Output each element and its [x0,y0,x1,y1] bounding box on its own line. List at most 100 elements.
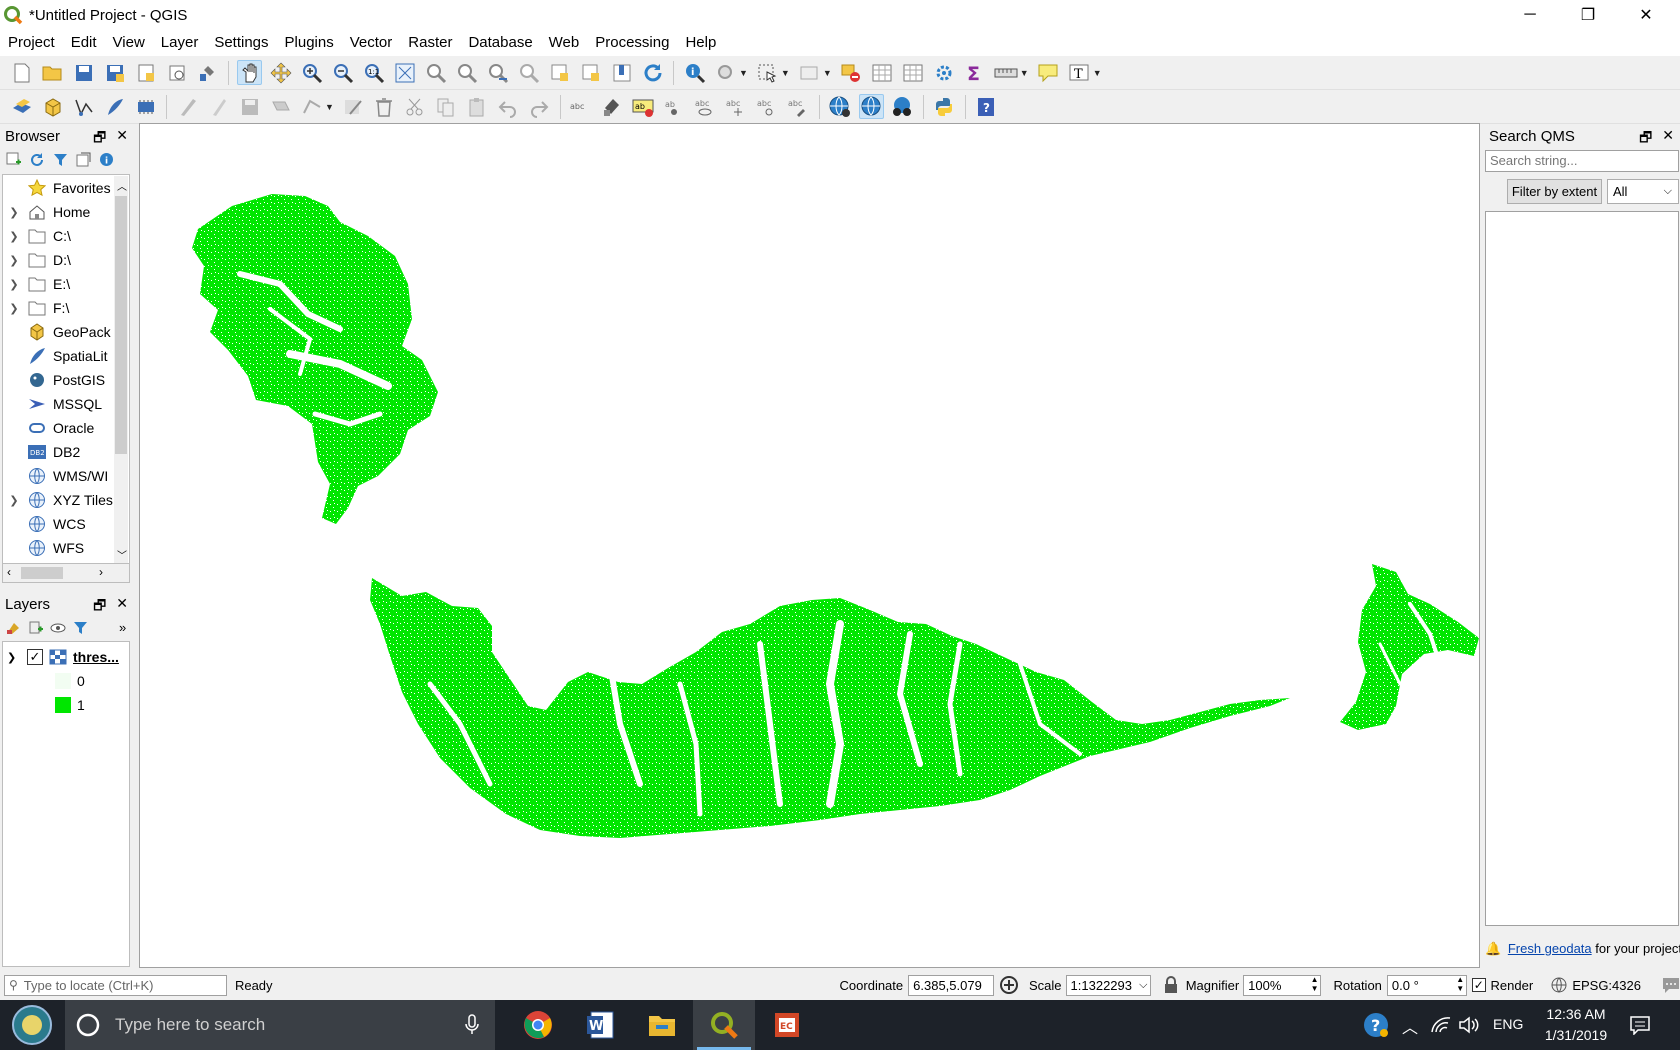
scroll-thumb[interactable] [115,196,127,454]
chevron-down-icon[interactable]: ▼ [1093,68,1102,78]
chevron-down-icon[interactable]: ❯ [7,651,21,664]
render-checkbox[interactable]: ✓ [1472,978,1486,992]
layer-row[interactable]: ❯ ✓ thres... [7,646,119,668]
label-toolbar-icon[interactable]: abc [569,94,594,119]
add-feature-icon[interactable] [268,94,293,119]
show-bookmarks-icon[interactable] [609,60,634,85]
layer-visibility-checkbox[interactable]: ✓ [27,649,43,665]
menu-help[interactable]: Help [677,30,724,56]
start-button[interactable] [8,1003,56,1047]
new-spatialite-layer-icon[interactable] [102,94,127,119]
tree-item-e-drive[interactable]: ❯ E:\ [3,272,115,296]
paste-features-icon[interactable] [465,94,490,119]
close-panel-icon[interactable]: ✕ [116,595,128,619]
lock-scale-icon[interactable] [1163,976,1178,994]
layer-labeling-icon[interactable] [600,94,625,119]
map-tips-icon[interactable] [1036,60,1061,85]
copy-features-icon[interactable] [434,94,459,119]
tree-item-wcs[interactable]: WCS [3,512,115,536]
tree-item-db2[interactable]: DB2 DB2 [3,440,115,464]
zoom-last-icon[interactable] [485,60,510,85]
toggle-editing-icon[interactable] [206,94,231,119]
new-geopackage-layer-icon[interactable] [40,94,65,119]
tree-item-wfs[interactable]: WFS [3,536,115,560]
spin-arrows-icon[interactable]: ▲ ▼ [1456,975,1464,993]
menu-plugins[interactable]: Plugins [277,30,342,56]
spin-arrows-icon[interactable]: ▲ ▼ [1311,975,1319,993]
move-label-icon[interactable]: abc [724,94,749,119]
tree-item-oracle[interactable]: Oracle [3,416,115,440]
filter-browser-icon[interactable] [53,152,68,167]
float-panel-icon[interactable]: 🗗 [93,127,106,151]
minimize-button[interactable]: ─ [1502,0,1558,30]
crs-label[interactable]: EPSG:4326 [1572,978,1641,993]
vertex-tool-icon[interactable] [299,94,324,119]
chevron-right-icon[interactable]: ❯ [7,302,21,315]
chevron-left-icon[interactable]: ‹ [7,565,11,579]
tree-item-postgis[interactable]: PostGIS [3,368,115,392]
more-tools-icon[interactable]: » [119,620,126,635]
menu-settings[interactable]: Settings [206,30,276,56]
zoom-full-icon[interactable] [392,60,417,85]
open-project-icon[interactable] [40,60,65,85]
modify-attributes-icon[interactable] [341,94,366,119]
taskbar-search-box[interactable]: Type here to search [65,1000,495,1050]
word-taskbar-icon[interactable]: W [569,1000,631,1050]
rotate-label-icon[interactable]: abc [755,94,780,119]
attribute-table-icon[interactable] [870,60,895,85]
style-panel-icon[interactable] [6,620,21,635]
browser-horizontal-scrollbar[interactable]: ‹ › [2,563,130,583]
close-panel-icon[interactable]: ✕ [1662,127,1674,151]
new-shapefile-layer-icon[interactable] [71,94,96,119]
tree-item-geopackage[interactable]: GeoPack [3,320,115,344]
fresh-geodata-link[interactable]: Fresh geodata [1508,941,1592,956]
change-label-icon[interactable]: abc [786,94,811,119]
chevron-down-icon[interactable]: ▼ [325,102,334,112]
new-memory-layer-icon[interactable] [133,94,158,119]
zoom-native-icon[interactable]: 1:1 [361,60,386,85]
chevron-up-icon[interactable]: ︿ [117,178,127,193]
add-group-icon[interactable] [28,620,43,635]
menu-web[interactable]: Web [541,30,588,56]
save-as-icon[interactable] [102,60,127,85]
show-hide-labels-icon[interactable]: abc [693,94,718,119]
close-panel-icon[interactable]: ✕ [116,127,128,151]
tree-item-spatialite[interactable]: SpatiaLit [3,344,115,368]
tree-item-f-drive[interactable]: ❯ F:\ [3,296,115,320]
chevron-right-icon[interactable]: ❯ [7,230,21,243]
menu-vector[interactable]: Vector [342,30,401,56]
menu-processing[interactable]: Processing [587,30,677,56]
delete-selected-icon[interactable] [372,94,397,119]
chevron-down-icon[interactable]: ﹀ [117,547,127,562]
layout-manager-icon[interactable] [164,60,189,85]
menu-edit[interactable]: Edit [63,30,105,56]
undo-icon[interactable] [496,94,521,119]
qms-binoculars-icon[interactable] [890,94,915,119]
pan-to-selection-icon[interactable] [268,60,293,85]
clock[interactable]: 12:36 AM 1/31/2019 [1536,1004,1616,1046]
wms-globe-icon[interactable] [828,94,853,119]
crs-globe-icon[interactable] [1550,976,1567,994]
run-feature-action-icon[interactable] [713,60,738,85]
tree-item-xyz-tiles[interactable]: ❯ XYZ Tiles [3,488,115,512]
volume-icon[interactable] [1458,1016,1480,1034]
manage-map-themes-icon[interactable] [50,620,66,635]
zoom-out-icon[interactable] [330,60,355,85]
help-tray-icon[interactable]: ? [1362,1011,1390,1039]
filter-legend-icon[interactable] [73,620,88,635]
presentation-taskbar-icon[interactable]: EC [755,1000,817,1050]
python-console-icon[interactable] [932,94,957,119]
chevron-down-icon[interactable]: ▼ [823,68,832,78]
float-panel-icon[interactable]: 🗗 [1639,127,1652,151]
current-edits-icon[interactable] [175,94,200,119]
style-manager-icon[interactable] [195,60,220,85]
menu-layer[interactable]: Layer [153,30,207,56]
file-explorer-taskbar-icon[interactable] [631,1000,693,1050]
layer-name[interactable]: thres... [73,649,119,665]
new-map-view-icon[interactable] [547,60,572,85]
browser-vertical-scrollbar[interactable]: ︿ ﹀ [114,176,128,563]
menu-database[interactable]: Database [460,30,540,56]
menu-project[interactable]: Project [0,30,63,56]
new-bookmark-icon[interactable] [578,60,603,85]
data-source-manager-icon[interactable] [9,94,34,119]
